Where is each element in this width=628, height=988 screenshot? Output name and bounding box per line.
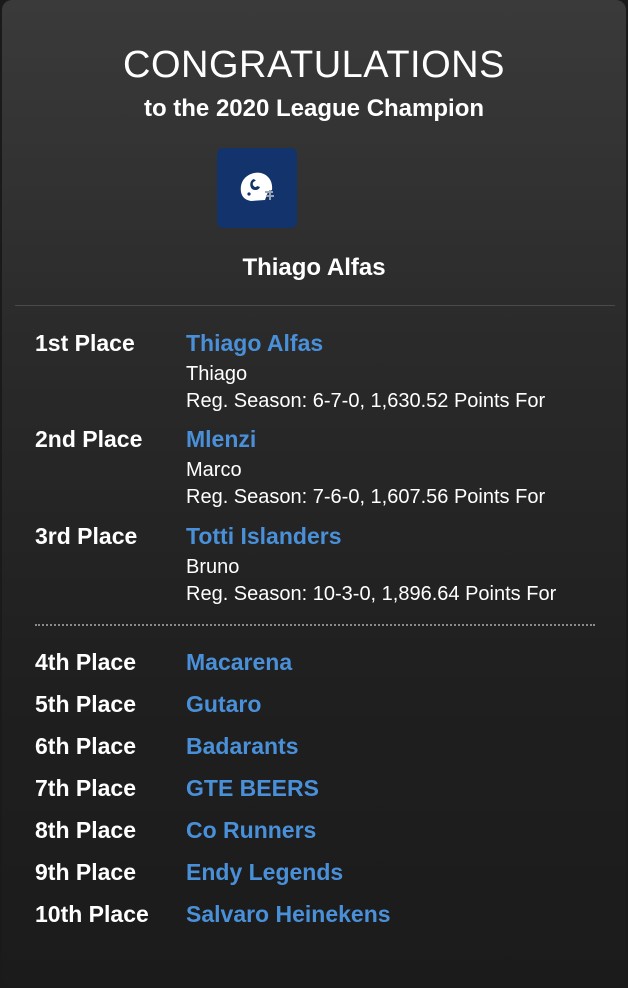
owner-name: Thiago — [186, 363, 248, 385]
place-label: 3rd Place — [35, 523, 138, 549]
team-link[interactable]: Endy Legends — [186, 859, 343, 886]
football-helmet-icon — [240, 172, 274, 201]
champion-name: Thiago Alfas — [242, 254, 386, 281]
team-link[interactable]: Badarants — [186, 733, 298, 760]
team-link[interactable]: Totti Islanders — [186, 523, 342, 550]
place-label: 4th Place — [35, 649, 136, 675]
champion-team-logo — [217, 148, 297, 228]
season-record: Reg. Season: 7-6-0, 1,607.56 Points For — [186, 486, 546, 508]
team-link[interactable]: Co Runners — [186, 817, 316, 844]
team-link[interactable]: Thiago Alfas — [186, 330, 323, 357]
place-label: 10th Place — [35, 901, 149, 927]
header-divider — [15, 305, 615, 306]
place-label: 9th Place — [35, 859, 136, 885]
place-label: 8th Place — [35, 817, 136, 843]
team-link[interactable]: Salvaro Heinekens — [186, 901, 391, 928]
place-label: 1st Place — [35, 330, 135, 356]
team-link[interactable]: Mlenzi — [186, 426, 256, 453]
champion-subheading: to the 2020 League Champion — [143, 95, 485, 122]
season-record: Reg. Season: 6-7-0, 1,630.52 Points For — [186, 390, 546, 412]
team-link[interactable]: GTE BEERS — [186, 775, 319, 802]
team-link[interactable]: Gutaro — [186, 691, 261, 718]
dotted-divider — [35, 624, 595, 626]
place-label: 5th Place — [35, 691, 136, 717]
owner-name: Marco — [186, 459, 242, 481]
owner-name: Bruno — [186, 556, 240, 578]
place-label: 6th Place — [35, 733, 136, 759]
congratulations-heading: CONGRATULATIONS — [123, 44, 505, 86]
season-record: Reg. Season: 10-3-0, 1,896.64 Points For — [186, 583, 557, 605]
champion-card: CONGRATULATIONS to the 2020 League Champ… — [2, 0, 626, 986]
team-link[interactable]: Macarena — [186, 649, 292, 676]
place-label: 2nd Place — [35, 426, 143, 452]
place-label: 7th Place — [35, 775, 136, 801]
